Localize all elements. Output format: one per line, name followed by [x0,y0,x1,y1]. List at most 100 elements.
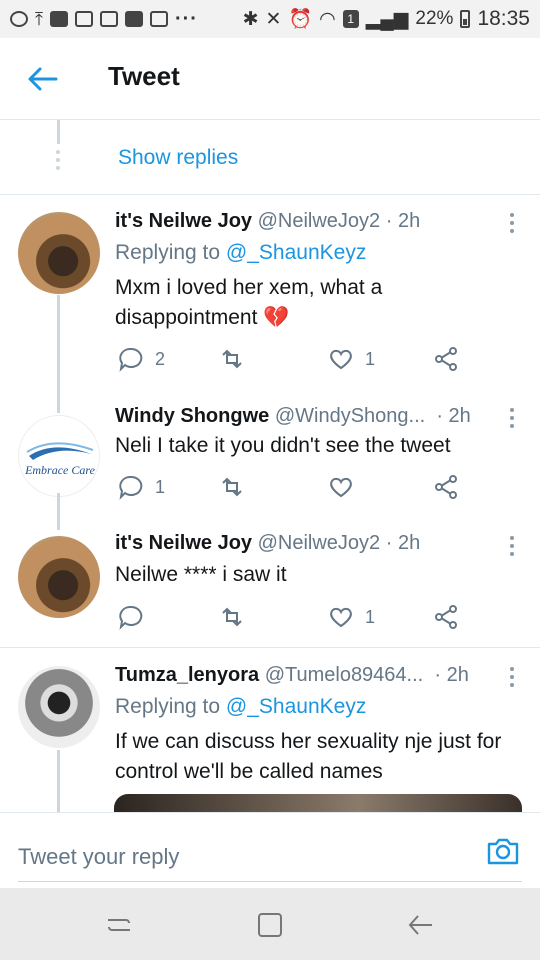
wifi-icon: ◠ [319,8,336,30]
thread-line [57,493,60,530]
tweet-text: Mxm i loved her xem, what a disappointme… [115,276,383,329]
avatar[interactable] [18,666,100,748]
tweet-time: 2h [448,405,471,427]
show-replies-row: Show replies [0,120,540,195]
heart-icon [330,607,352,628]
whatsapp-icon [10,11,28,27]
retweet-icon [222,607,242,627]
retweet-icon [222,477,242,497]
thread-line [57,295,60,400]
reply-button[interactable]: 2 [117,345,165,373]
author-handle[interactable]: @NeilweJoy2 [258,210,381,232]
tweet-reply-input[interactable] [18,833,522,882]
reply-icon [119,347,143,372]
tweet-text: Neilwe **** i saw it [115,563,287,586]
reply-count: 2 [155,348,166,369]
replying-handle[interactable]: @_ShaunKeyz [226,695,366,718]
share-button[interactable] [432,603,460,631]
gallery-icon [124,11,143,27]
share-button[interactable] [432,345,460,373]
tweet-actions: 2 1 [115,345,515,375]
retweet-button[interactable] [218,603,256,631]
show-replies-link[interactable]: Show replies [118,146,238,170]
tweet-actions: 1 [115,473,515,503]
more-options-icon[interactable] [510,536,516,560]
like-button[interactable] [327,473,365,501]
gmail-icon [99,11,118,27]
author-name[interactable]: Tumza_lenyora [115,664,259,686]
reply-button[interactable] [117,603,155,631]
tweet-text: Neli I take it you didn't see the tweet [115,434,451,457]
instagram-icon [74,11,93,27]
reply-bar [0,812,540,888]
author-name[interactable]: it's Neilwe Joy [115,532,252,554]
more-options-icon[interactable] [510,408,516,432]
tweet-header: Windy Shongwe @WindyShong... · 2h [115,405,471,428]
like-count: 1 [365,348,376,369]
more-options-icon[interactable] [510,667,516,691]
avatar[interactable]: Embrace Care [18,415,100,497]
more-notifications-icon: ··· [174,7,198,30]
replying-handle[interactable]: @_ShaunKeyz [226,241,366,264]
back-arrow-icon[interactable] [26,64,58,94]
tweet-item[interactable]: it's Neilwe Joy @NeilweJoy2 · 2h Neilwe … [0,530,540,647]
like-count: 1 [365,606,376,627]
app-header: Tweet [0,38,540,120]
reply-button[interactable]: 1 [117,473,165,501]
tweet-time: 2h [397,210,421,232]
status-system-icons: ✱ ✕ ⏰ ◠ 1 ▂▄▆ 22% 18:35 [243,7,530,31]
retweet-icon [222,349,242,369]
author-name[interactable]: Windy Shongwe [115,405,269,427]
like-button[interactable]: 1 [327,345,375,373]
home-icon[interactable] [255,910,285,940]
status-notification-icons: ⤒ ··· [10,8,198,31]
replying-to: Replying to @_ShaunKeyz [115,695,366,719]
thread-line [57,120,60,144]
reply-icon [119,605,143,630]
author-handle[interactable]: @WindyShong... [275,405,425,427]
share-icon [435,347,457,371]
recent-apps-icon[interactable] [104,910,134,940]
like-button[interactable]: 1 [327,603,375,631]
back-nav-icon[interactable] [406,910,436,940]
author-handle[interactable]: @Tumelo89464... [265,664,424,686]
alarm-icon: ⏰ [288,9,313,30]
tweet-item[interactable]: it's Neilwe Joy @NeilweJoy2 · 2h Replyin… [0,195,540,400]
heart-icon [330,477,352,498]
sim-badge: 1 [342,10,359,28]
gmail-icon-2 [149,11,168,27]
avatar[interactable] [18,212,100,294]
time-separator: · [430,405,443,427]
thread-line [57,750,60,812]
tweet-time: 2h [397,532,421,554]
replying-prefix: Replying to [115,695,221,718]
tweet-item[interactable]: Tumza_lenyora @Tumelo89464... · 2h Reply… [0,648,540,812]
author-name[interactable]: it's Neilwe Joy [115,210,252,232]
page-title: Tweet [108,61,180,91]
camera-icon[interactable] [486,835,520,867]
more-options-icon[interactable] [510,213,516,237]
battery-percent: 22% [415,8,454,29]
heart-icon [330,349,352,370]
tweet-actions: 1 [115,603,515,633]
time-separator: · [385,532,393,554]
thread-ellipsis-icon [56,150,61,174]
avatar[interactable] [18,536,100,618]
thread-line-top [57,395,60,413]
retweet-button[interactable] [218,345,256,373]
author-handle[interactable]: @NeilweJoy2 [258,532,381,554]
bluetooth-icon: ✱ [242,8,259,30]
message-icon [49,11,68,27]
tweet-header: Tumza_lenyora @Tumelo89464... · 2h [115,664,469,687]
retweet-button[interactable] [218,473,256,501]
embrace-care-logo: Embrace Care [24,442,96,477]
share-button[interactable] [432,473,460,501]
time-separator: · [385,210,393,232]
replying-prefix: Replying to [115,241,221,264]
time-separator: · [428,664,442,686]
tweet-time: 2h [446,664,469,686]
tweet-item[interactable]: Embrace Care Windy Shongwe @WindyShong..… [0,395,540,530]
status-bar: ⤒ ··· ✱ ✕ ⏰ ◠ 1 ▂▄▆ 22% 18:35 [0,0,540,38]
svg-text:Embrace Care: Embrace Care [24,463,96,477]
upload-icon: ⤒ [35,8,43,29]
